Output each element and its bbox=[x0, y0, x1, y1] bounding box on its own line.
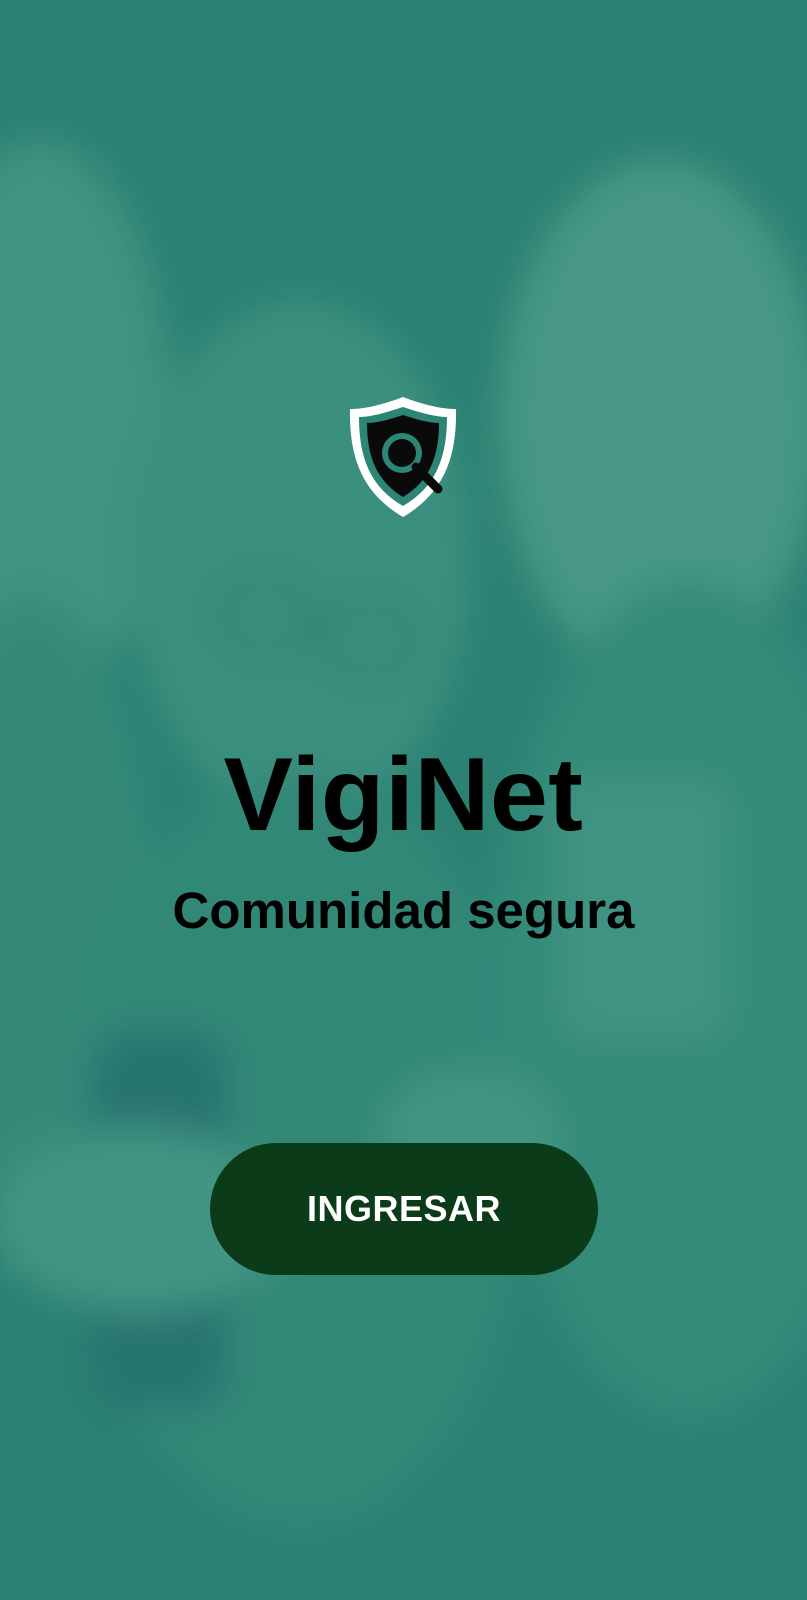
app-tagline: Comunidad segura bbox=[172, 882, 635, 939]
enter-button-label: INGRESAR bbox=[306, 1188, 502, 1229]
enter-button[interactable]: INGRESAR bbox=[210, 1143, 598, 1275]
app-title: VigiNet bbox=[223, 737, 584, 853]
shield-search-icon bbox=[349, 397, 457, 517]
splash-screen: VigiNet Comunidad segura INGRESAR bbox=[0, 0, 807, 1600]
